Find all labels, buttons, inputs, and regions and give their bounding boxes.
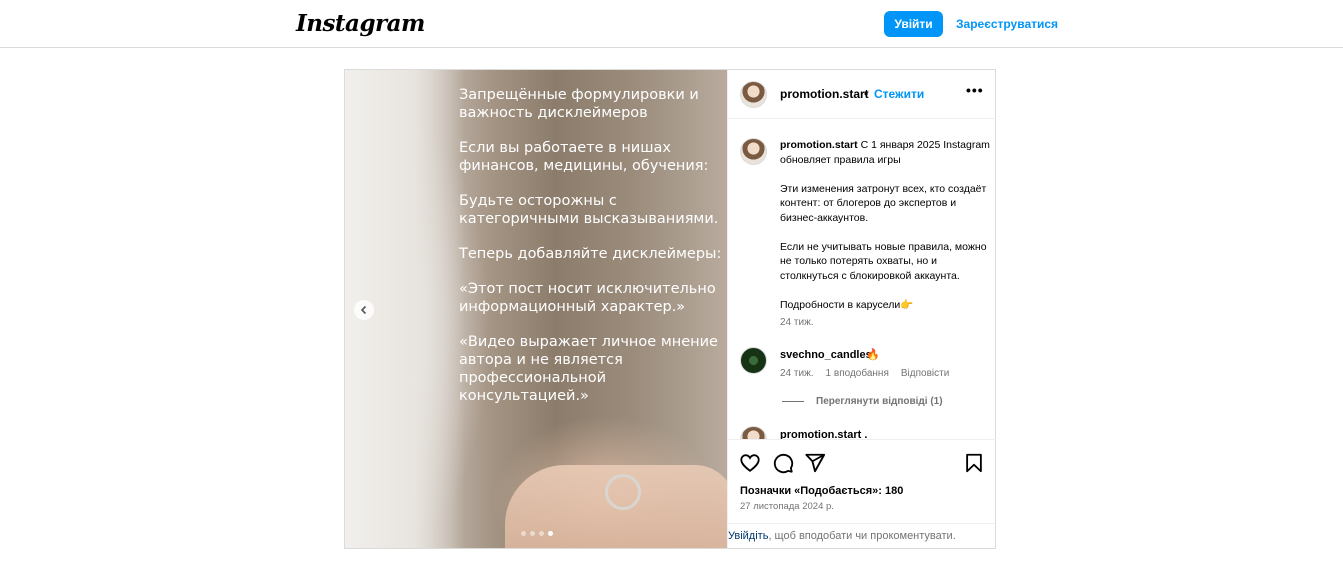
comment-username: promotion.start . xyxy=(780,429,867,439)
comment-likes[interactable]: 1 вподобання xyxy=(826,368,889,379)
login-button[interactable]: Увійти xyxy=(884,11,943,37)
caption-paragraph: Если не учитывать новые правила, можно н… xyxy=(780,240,987,282)
caption-timestamp: 24 тиж. xyxy=(780,317,814,328)
share-icon[interactable] xyxy=(804,452,826,474)
comment-text: 🔥 xyxy=(866,349,880,361)
login-link[interactable]: Увійдіть xyxy=(728,530,768,542)
post-caption: promotion.start С 1 января 2025 Instagram… xyxy=(780,138,990,312)
login-prompt-text: , щоб вподобати чи прокоментувати. xyxy=(768,530,956,542)
caption-paragraph: Подробности в карусели👉 xyxy=(780,298,914,311)
comment-reply-button[interactable]: Відповісти xyxy=(901,368,949,379)
comment-timestamp: 24 тиж. xyxy=(780,368,814,379)
register-link[interactable]: Зареєструватися xyxy=(956,17,1058,31)
carousel-indicator xyxy=(521,531,553,536)
chevron-left-icon xyxy=(360,305,367,315)
carousel-dot xyxy=(530,531,535,536)
comment-username[interactable]: svechno_candles xyxy=(780,349,872,361)
more-options-icon[interactable]: ••• xyxy=(966,82,984,98)
media-text-block: Запрещённые формулировки и важность диск… xyxy=(459,87,699,121)
view-replies-button[interactable]: Переглянути відповіді (1) xyxy=(782,396,943,407)
view-replies-label: Переглянути відповіді (1) xyxy=(816,396,943,407)
author-username[interactable]: promotion.start xyxy=(780,87,869,101)
comment-icon[interactable] xyxy=(772,452,794,474)
post-media-carousel[interactable]: Запрещённые формулировки и важность диск… xyxy=(345,70,727,548)
author-avatar[interactable] xyxy=(740,81,767,108)
post-header: promotion.start • Стежити ••• xyxy=(728,70,996,119)
media-text-block: «Этот пост носит исключительно информаци… xyxy=(459,281,716,315)
carousel-dot-active xyxy=(548,531,553,536)
post-date: 27 листопада 2024 р. xyxy=(740,501,834,512)
carousel-prev-button[interactable] xyxy=(354,300,374,320)
post-card: Запрещённые формулировки и важность диск… xyxy=(344,69,997,549)
post-side-panel: promotion.start • Стежити ••• promotion.… xyxy=(727,70,997,549)
carousel-dot xyxy=(521,531,526,536)
media-text-block: Будьте осторожны с категоричными высказы… xyxy=(459,193,719,227)
top-navigation-bar: Instagram Увійти Зареєструватися xyxy=(0,0,1343,48)
login-to-interact-bar: Увійдіть, щоб вподобати чи прокоментуват… xyxy=(727,523,997,549)
media-text-block: Если вы работаете в нишах финансов, меди… xyxy=(459,140,709,174)
post-actions: Позначки «Подобається»: 180 27 листопада… xyxy=(727,439,997,549)
carousel-dot xyxy=(539,531,544,536)
media-text-block: Теперь добавляйте дисклеймеры: xyxy=(459,246,722,262)
heart-icon[interactable] xyxy=(739,452,761,474)
caption-paragraph: Эти изменения затронут всех, кто создаёт… xyxy=(780,182,987,224)
likes-count[interactable]: Позначки «Подобається»: 180 xyxy=(740,485,903,497)
bookmark-icon[interactable] xyxy=(963,452,985,474)
comment-meta: 24 тиж. 1 вподобання Відповісти xyxy=(780,368,949,379)
follow-button[interactable]: Стежити xyxy=(874,87,924,101)
replies-divider xyxy=(782,401,804,402)
comments-section[interactable]: promotion.start С 1 января 2025 Instagram… xyxy=(728,120,996,439)
comment-avatar[interactable] xyxy=(740,347,767,374)
comment-text: . xyxy=(864,429,868,439)
caption-avatar[interactable] xyxy=(740,138,767,165)
media-text-block: «Видео выражает личное мнение автора и н… xyxy=(459,334,718,404)
comment-avatar[interactable] xyxy=(740,426,767,439)
instagram-logo[interactable]: Instagram xyxy=(296,10,425,37)
media-overlay-text: Запрещённые формулировки и важность диск… xyxy=(459,86,727,422)
header-separator: • xyxy=(864,87,869,101)
comment-username-text[interactable]: promotion.start xyxy=(780,429,861,439)
media-background-ring xyxy=(605,474,641,510)
caption-username[interactable]: promotion.start xyxy=(780,139,858,151)
